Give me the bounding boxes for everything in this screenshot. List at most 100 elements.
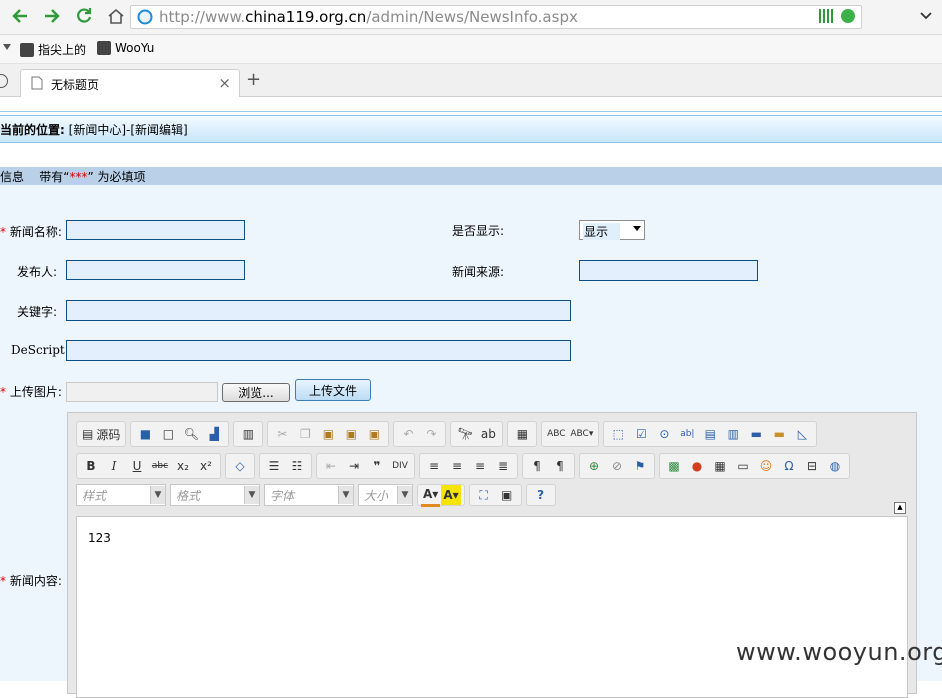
- image-button-icon[interactable]: ▬: [768, 424, 790, 444]
- print-icon[interactable]: ▟: [203, 424, 225, 444]
- special-char-icon[interactable]: Ω: [778, 456, 800, 476]
- publisher-input[interactable]: [66, 260, 245, 280]
- bg-color-icon[interactable]: A▾: [441, 485, 461, 505]
- help-icon[interactable]: ?: [530, 485, 552, 505]
- toolbar-group: ✂ ❐ ▣ ▣ ▣: [267, 421, 390, 447]
- indent-icon[interactable]: ⇥: [343, 456, 365, 476]
- leaf-icon[interactable]: [841, 9, 855, 23]
- underline-icon[interactable]: U: [126, 456, 148, 476]
- source-button[interactable]: ▤ 源码: [80, 424, 122, 444]
- paste-icon[interactable]: ▣: [317, 424, 339, 444]
- style-combo[interactable]: 样式 ▼: [76, 484, 166, 506]
- bulleted-list-icon[interactable]: ☷: [286, 456, 308, 476]
- superscript-icon[interactable]: x²: [195, 456, 217, 476]
- align-justify-icon[interactable]: ≣: [492, 456, 514, 476]
- chevron-down-icon: ▼: [397, 486, 412, 504]
- display-select[interactable]: 显示: [579, 220, 645, 240]
- redo-icon[interactable]: ↷: [420, 424, 442, 444]
- subscript-icon[interactable]: x₂: [172, 456, 194, 476]
- spellcheck-as-you-type-icon[interactable]: ABC▾: [568, 424, 595, 444]
- upload-file-button[interactable]: 上传文件: [295, 379, 371, 401]
- align-left-icon[interactable]: ≡: [423, 456, 445, 476]
- toolbar-group: ⇤ ⇥ ❞ DIV: [316, 453, 415, 479]
- bookmark-item[interactable]: 指尖上的: [20, 41, 86, 58]
- copy-icon[interactable]: ❐: [294, 424, 316, 444]
- outdent-icon[interactable]: ⇤: [320, 456, 342, 476]
- strikethrough-icon[interactable]: abc: [149, 456, 171, 476]
- cut-icon[interactable]: ✂: [271, 424, 293, 444]
- button-field-icon[interactable]: ▬: [745, 424, 767, 444]
- paste-word-icon[interactable]: ▣: [363, 424, 385, 444]
- file-path-input[interactable]: [66, 382, 218, 402]
- font-combo[interactable]: 字体 ▼: [264, 484, 354, 506]
- blockquote-icon[interactable]: ❞: [366, 456, 388, 476]
- page-break-icon[interactable]: ⊟: [801, 456, 823, 476]
- home-icon[interactable]: [106, 6, 126, 26]
- numbered-list-icon[interactable]: ☰: [263, 456, 285, 476]
- replace-icon[interactable]: ab: [477, 424, 499, 444]
- smiley-icon[interactable]: ☺: [755, 456, 777, 476]
- new-tab-icon[interactable]: +: [246, 69, 261, 90]
- save-icon[interactable]: ■: [134, 424, 156, 444]
- flash-icon[interactable]: ●: [686, 456, 708, 476]
- horizontal-rule-icon[interactable]: ▭: [732, 456, 754, 476]
- publisher-label: 发布人:: [17, 265, 58, 279]
- italic-icon[interactable]: I: [103, 456, 125, 476]
- select-all-icon[interactable]: ▦: [511, 424, 533, 444]
- spellcheck-icon[interactable]: ABC: [545, 424, 567, 444]
- menu-chevron-icon[interactable]: [916, 6, 936, 26]
- align-center-icon[interactable]: ≡: [446, 456, 468, 476]
- browse-button[interactable]: 浏览...: [222, 383, 290, 402]
- rtl-icon[interactable]: ¶: [549, 456, 571, 476]
- table-icon[interactable]: ▦: [709, 456, 731, 476]
- history-icon[interactable]: [0, 74, 8, 88]
- undo-icon[interactable]: ↶: [397, 424, 419, 444]
- size-combo[interactable]: 大小 ▼: [358, 484, 413, 506]
- remove-format-icon[interactable]: ◇: [229, 456, 251, 476]
- source-input[interactable]: [579, 260, 758, 281]
- div-container-icon[interactable]: DIV: [389, 456, 411, 476]
- forward-icon[interactable]: [42, 6, 62, 26]
- templates-icon[interactable]: ▥: [237, 424, 259, 444]
- form-icon[interactable]: ⬚: [607, 424, 629, 444]
- iframe-icon[interactable]: ◍: [824, 456, 846, 476]
- align-right-icon[interactable]: ≡: [469, 456, 491, 476]
- text-color-icon[interactable]: A▾: [421, 484, 441, 507]
- hidden-field-icon[interactable]: ◺: [791, 424, 813, 444]
- radio-icon[interactable]: ⊙: [653, 424, 675, 444]
- maximize-icon[interactable]: ⛶: [473, 485, 495, 505]
- bookmarks-dropdown-icon[interactable]: [3, 44, 11, 50]
- bold-icon[interactable]: B: [80, 456, 102, 476]
- back-icon[interactable]: [10, 6, 30, 26]
- paste-text-icon[interactable]: ▣: [340, 424, 362, 444]
- close-tab-icon[interactable]: ×: [218, 74, 231, 92]
- tab-active[interactable]: 无标题页 ×: [20, 69, 240, 97]
- find-icon[interactable]: 🔭︎: [454, 424, 476, 444]
- textfield-icon[interactable]: ab|: [676, 424, 698, 444]
- unlink-icon[interactable]: ⊘: [606, 456, 628, 476]
- keyword-input[interactable]: [66, 300, 571, 321]
- qr-code-icon[interactable]: [819, 9, 833, 23]
- editor-content-area[interactable]: 123: [76, 516, 908, 698]
- dropdown-arrow-icon: [633, 226, 641, 231]
- textarea-icon[interactable]: ▤: [699, 424, 721, 444]
- show-blocks-icon[interactable]: ▣: [496, 485, 518, 505]
- new-page-icon[interactable]: □: [157, 424, 179, 444]
- address-bar[interactable]: http://www.china119.org.cn/admin/News/Ne…: [130, 5, 862, 29]
- anchor-icon[interactable]: ⚑: [629, 456, 651, 476]
- toolbar-group: ⊕ ⊘ ⚑: [579, 453, 655, 479]
- ltr-icon[interactable]: ¶: [526, 456, 548, 476]
- select-field-icon[interactable]: ▥: [722, 424, 744, 444]
- descript-input[interactable]: [66, 340, 571, 361]
- toolbar-group: ⛶ ▣: [468, 484, 522, 506]
- preview-icon[interactable]: 🔍︎: [180, 424, 202, 444]
- image-icon[interactable]: ▩: [663, 456, 685, 476]
- reload-icon[interactable]: [74, 6, 94, 26]
- collapse-toolbar-icon[interactable]: ▲: [894, 502, 906, 514]
- bookmark-item[interactable]: WooYu: [97, 41, 154, 55]
- checkbox-icon[interactable]: ☑: [630, 424, 652, 444]
- link-icon[interactable]: ⊕: [583, 456, 605, 476]
- news-name-input[interactable]: [66, 220, 245, 240]
- content-label: * 新闻内容:: [0, 574, 62, 588]
- format-combo[interactable]: 格式 ▼: [170, 484, 260, 506]
